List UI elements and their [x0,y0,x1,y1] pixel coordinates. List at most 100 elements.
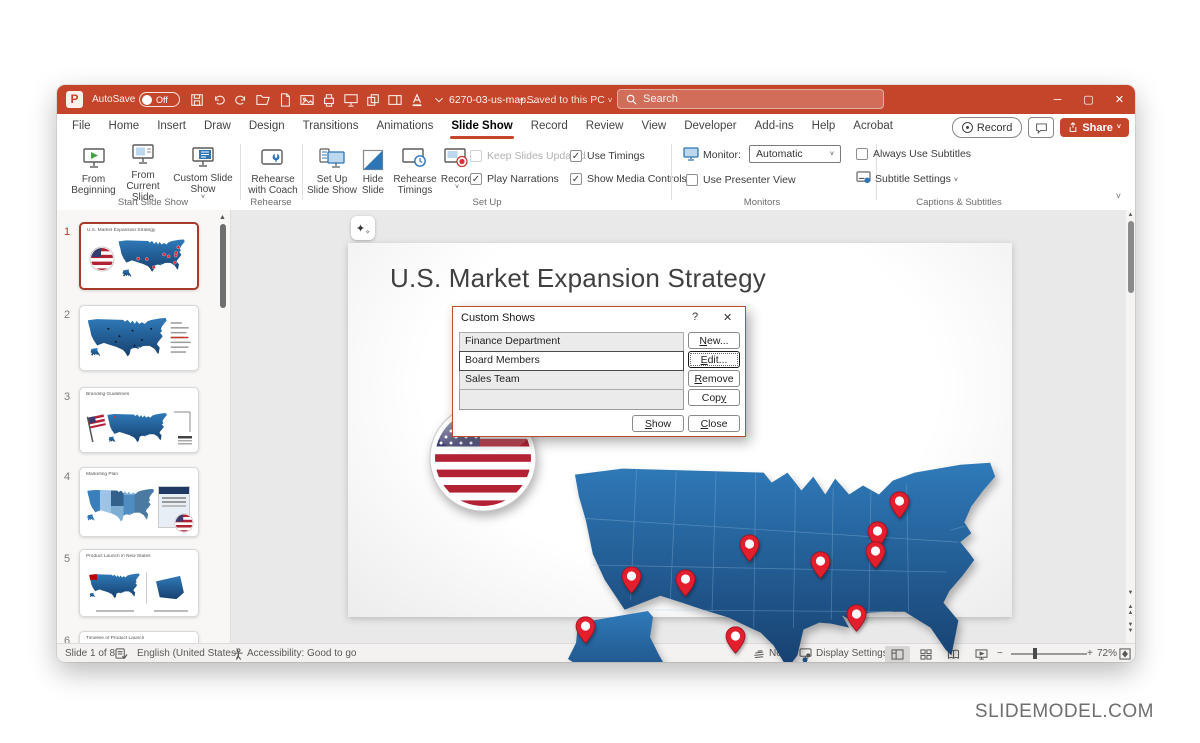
map-pin[interactable] [846,604,867,632]
tab-help[interactable]: Help [803,114,845,140]
from-beginning-button[interactable]: From Beginning [70,143,117,201]
play-narrations-checkbox[interactable]: Play Narrations [470,173,559,185]
copy-button[interactable]: Copy [688,389,740,406]
dialog-help-button[interactable]: ? [692,311,698,323]
tab-home[interactable]: Home [100,114,149,140]
tab-design[interactable]: Design [240,114,294,140]
map-pin[interactable] [865,541,886,569]
use-presenter-view-checkbox[interactable]: Use Presenter View [686,174,796,186]
panel-icon[interactable] [387,92,402,107]
picture-icon[interactable] [299,92,314,107]
slideshow-icon[interactable] [343,92,358,107]
tab-file[interactable]: File [63,114,100,140]
slide-thumbnail-5[interactable]: Product Launch in New States [79,549,199,617]
tab-animations[interactable]: Animations [367,114,442,140]
tab-review[interactable]: Review [577,114,633,140]
custom-show-item[interactable]: Board Members [459,351,684,371]
new-button[interactable]: New... [688,332,740,349]
scroll-up-icon[interactable]: ▲ [1126,212,1135,218]
share-button[interactable]: Share˅ [1060,118,1129,137]
slide-thumbnail-1[interactable]: U.S. Market Expansion Strategy [79,222,199,290]
language-status[interactable]: English (United States) [137,644,239,662]
hawaii-map[interactable] [801,656,847,662]
fit-to-window-button[interactable] [1119,644,1131,662]
font-color-icon[interactable] [409,92,424,107]
tab-acrobat[interactable]: Acrobat [844,114,902,140]
minimize-button[interactable]: ─ [1042,85,1073,114]
tab-add-ins[interactable]: Add-ins [746,114,803,140]
collapse-ribbon-icon[interactable]: ˅ [1116,191,1121,201]
slide-thumbnail-6[interactable]: Timeline of Product Launch [79,631,199,643]
slide-thumbnail-2[interactable] [79,305,199,371]
designer-sparkle-button[interactable]: ✦✧ [351,216,375,240]
slide-title[interactable]: U.S. Market Expansion Strategy [390,263,766,294]
show-media-controls-checkbox[interactable]: Show Media Controls [570,173,687,185]
tab-developer[interactable]: Developer [675,114,745,140]
thumbnail-scrollbar[interactable]: ▲ [219,214,227,639]
show-button[interactable]: Show [632,415,684,432]
slide-indicator[interactable]: Slide 1 of 8 [65,644,115,662]
close-button[interactable]: Close [688,415,740,432]
zoom-level[interactable]: 72% [1097,644,1117,662]
tab-insert[interactable]: Insert [148,114,195,140]
map-pin[interactable] [889,491,910,519]
print-icon[interactable] [321,92,336,107]
zoom-in-button[interactable]: + [1087,644,1093,662]
rehearse-timings-button[interactable]: Rehearse Timings [388,143,442,201]
tab-draw[interactable]: Draw [195,114,240,140]
more-icon[interactable] [431,92,446,107]
map-pin[interactable] [810,551,831,579]
scroll-up-icon[interactable]: ▲ [219,214,226,221]
zoom-slider-thumb[interactable] [1033,648,1037,659]
tab-view[interactable]: View [633,114,676,140]
map-pin[interactable] [621,566,642,594]
open-folder-icon[interactable] [255,92,270,107]
rehearse-with-coach-button[interactable]: Rehearse with Coach [246,143,300,201]
save-icon[interactable] [189,92,204,107]
zoom-slider[interactable] [1007,644,1091,662]
next-slide-icon[interactable]: ▼▼ [1126,622,1135,634]
redo-icon[interactable] [233,92,248,107]
custom-slide-show-button[interactable]: Custom Slide Show ˅ [171,143,235,201]
from-current-slide-button[interactable]: From Current Slide [117,143,169,201]
scrollbar-thumb[interactable] [1128,221,1134,293]
hide-slide-button[interactable]: Hide Slide [358,143,388,201]
custom-show-item[interactable]: Sales Team [459,370,684,390]
save-status[interactable]: • Saved to this PC ˅ [520,94,612,106]
autosave-toggle[interactable]: Off [139,92,180,107]
map-pin[interactable] [675,569,696,597]
slide-thumbnail-4[interactable]: Marketing Plan [79,467,199,537]
undo-icon[interactable] [211,92,226,107]
keep-slides-updated-checkbox[interactable]: Keep Slides Updated [470,150,586,162]
close-button[interactable]: ✕ [1104,85,1135,114]
remove-button[interactable]: Remove [688,370,740,387]
dialog-close-icon[interactable]: ✕ [723,311,732,324]
map-pin[interactable] [575,616,596,644]
maximize-button[interactable]: ▢ [1073,85,1104,114]
custom-show-item[interactable]: Finance Department [459,332,684,352]
map-pin[interactable] [739,534,760,562]
set-up-slide-show-button[interactable]: Set Up Slide Show [306,143,358,201]
record-button[interactable]: Record [952,117,1022,138]
accessibility-status[interactable]: Accessibility: Good to go [247,644,357,662]
scroll-down-icon[interactable]: ▼ [1126,590,1135,596]
map-pin[interactable] [725,626,746,654]
tab-slide-show[interactable]: Slide Show [442,114,521,140]
use-timings-checkbox[interactable]: Use Timings [570,150,645,162]
comments-button[interactable] [1028,117,1054,138]
search-input[interactable]: Search [617,89,884,109]
monitor-select[interactable]: Automatic˅ [749,145,841,163]
spell-check-icon[interactable] [115,644,128,662]
tab-transitions[interactable]: Transitions [294,114,368,140]
copy-icon[interactable] [365,92,380,107]
vertical-scrollbar[interactable]: ▲ ▼ ▲▲ ▼▼ [1126,210,1135,643]
custom-shows-list[interactable]: Finance DepartmentBoard MembersSales Tea… [459,332,684,410]
record-ribbon-button[interactable]: Record ˅ [441,143,473,201]
subtitle-settings-button[interactable]: Subtitle Settings ˅ [875,173,958,185]
edit-button[interactable]: Edit... [688,351,740,368]
new-file-icon[interactable] [277,92,292,107]
previous-slide-icon[interactable]: ▲▲ [1126,604,1135,616]
slide-thumbnail-3[interactable]: Branding Guidelines [79,387,199,453]
tab-record[interactable]: Record [522,114,577,140]
always-use-subtitles-checkbox[interactable]: Always Use Subtitles [856,148,971,160]
